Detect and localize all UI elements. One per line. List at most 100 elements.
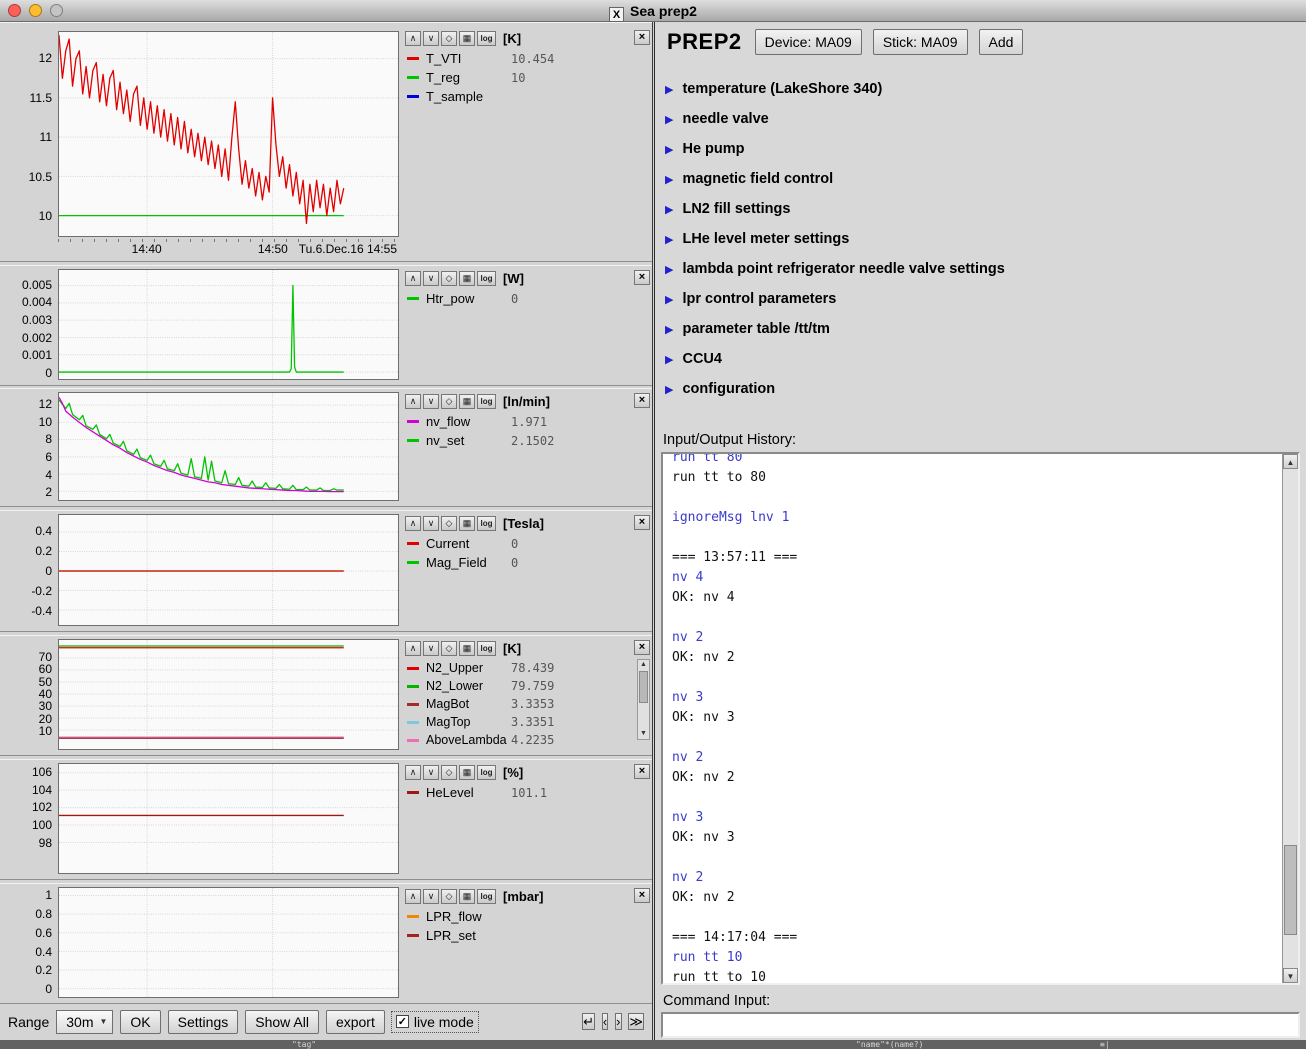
pan-down-button[interactable]: ∨ bbox=[423, 271, 439, 286]
section-row[interactable]: ▶ configuration bbox=[665, 374, 1298, 404]
settings-button[interactable]: Settings bbox=[168, 1010, 239, 1034]
scrollbar-thumb[interactable] bbox=[639, 671, 648, 703]
close-plot-button[interactable]: × bbox=[634, 270, 650, 285]
show-all-button[interactable]: Show All bbox=[245, 1010, 319, 1034]
plot-area[interactable] bbox=[58, 887, 399, 998]
section-row[interactable]: ▶ lambda point refrigerator needle valve… bbox=[665, 254, 1298, 284]
scroll-up-icon[interactable]: ▲ bbox=[638, 660, 649, 670]
legend-scrollbar[interactable]: ▲ ▼ bbox=[637, 659, 650, 740]
expand-triangle-icon[interactable]: ▶ bbox=[665, 203, 673, 216]
section-row[interactable]: ▶ He pump bbox=[665, 134, 1298, 164]
scroll-down-icon[interactable]: ▼ bbox=[638, 729, 649, 739]
log-scale-button[interactable]: log bbox=[477, 516, 496, 531]
pan-down-button[interactable]: ∨ bbox=[423, 31, 439, 46]
grid-button[interactable]: ▦ bbox=[459, 31, 475, 46]
scroll-up-icon[interactable]: ▲ bbox=[1283, 454, 1298, 469]
history-nav-button[interactable]: › bbox=[615, 1013, 621, 1030]
autoscale-button[interactable]: ◇ bbox=[441, 394, 457, 409]
pan-down-button[interactable]: ∨ bbox=[423, 641, 439, 656]
pan-up-button[interactable]: ∧ bbox=[405, 889, 421, 904]
section-row[interactable]: ▶ magnetic field control bbox=[665, 164, 1298, 194]
pan-down-button[interactable]: ∨ bbox=[423, 765, 439, 780]
log-scale-button[interactable]: log bbox=[477, 394, 496, 409]
plot-area[interactable] bbox=[58, 639, 399, 750]
autoscale-button[interactable]: ◇ bbox=[441, 271, 457, 286]
autoscale-button[interactable]: ◇ bbox=[441, 516, 457, 531]
legend-series-row[interactable]: nv_set 2.1502 bbox=[407, 431, 634, 450]
history-nav-button[interactable]: ‹ bbox=[602, 1013, 608, 1030]
expand-triangle-icon[interactable]: ▶ bbox=[665, 143, 673, 156]
autoscale-button[interactable]: ◇ bbox=[441, 765, 457, 780]
log-scale-button[interactable]: log bbox=[477, 641, 496, 656]
close-plot-button[interactable]: × bbox=[634, 30, 650, 45]
section-row[interactable]: ▶ lpr control parameters bbox=[665, 284, 1298, 314]
pan-up-button[interactable]: ∧ bbox=[405, 394, 421, 409]
grid-button[interactable]: ▦ bbox=[459, 516, 475, 531]
plot-area[interactable] bbox=[58, 514, 399, 626]
legend-series-row[interactable]: LPR_flow bbox=[407, 907, 634, 926]
plot-area[interactable] bbox=[58, 31, 399, 237]
ok-button[interactable]: OK bbox=[120, 1010, 160, 1034]
legend-series-row[interactable]: Mag_Field 0 bbox=[407, 553, 634, 572]
legend-series-row[interactable]: Htr_pow 0 bbox=[407, 289, 634, 308]
expand-triangle-icon[interactable]: ▶ bbox=[665, 83, 673, 96]
export-button[interactable]: export bbox=[326, 1010, 385, 1034]
expand-triangle-icon[interactable]: ▶ bbox=[665, 293, 673, 306]
autoscale-button[interactable]: ◇ bbox=[441, 889, 457, 904]
close-plot-button[interactable]: × bbox=[634, 393, 650, 408]
expand-triangle-icon[interactable]: ▶ bbox=[665, 233, 673, 246]
close-plot-button[interactable]: × bbox=[634, 640, 650, 655]
expand-triangle-icon[interactable]: ▶ bbox=[665, 113, 673, 126]
pan-up-button[interactable]: ∧ bbox=[405, 516, 421, 531]
grid-button[interactable]: ▦ bbox=[459, 641, 475, 656]
pan-down-button[interactable]: ∨ bbox=[423, 516, 439, 531]
grid-button[interactable]: ▦ bbox=[459, 765, 475, 780]
section-row[interactable]: ▶ parameter table /tt/tm bbox=[665, 314, 1298, 344]
autoscale-button[interactable]: ◇ bbox=[441, 641, 457, 656]
autoscale-button[interactable]: ◇ bbox=[441, 31, 457, 46]
scrollbar-thumb[interactable] bbox=[1284, 845, 1297, 935]
close-plot-button[interactable]: × bbox=[634, 764, 650, 779]
pan-down-button[interactable]: ∨ bbox=[423, 394, 439, 409]
close-plot-button[interactable]: × bbox=[634, 888, 650, 903]
io-history-box[interactable]: run tt 80 run tt to 80 ignoreMsg lnv 1 =… bbox=[661, 452, 1300, 985]
history-nav-button[interactable]: ↵ bbox=[582, 1013, 595, 1030]
log-scale-button[interactable]: log bbox=[477, 765, 496, 780]
pan-up-button[interactable]: ∧ bbox=[405, 765, 421, 780]
checkbox-checked-icon[interactable]: ✓ bbox=[396, 1015, 409, 1028]
section-row[interactable]: ▶ LN2 fill settings bbox=[665, 194, 1298, 224]
pan-up-button[interactable]: ∧ bbox=[405, 31, 421, 46]
legend-series-row[interactable]: T_sample bbox=[407, 87, 634, 106]
stick-button[interactable]: Stick: MA09 bbox=[873, 29, 968, 55]
section-row[interactable]: ▶ needle valve bbox=[665, 104, 1298, 134]
section-row[interactable]: ▶ temperature (LakeShore 340) bbox=[665, 74, 1298, 104]
expand-triangle-icon[interactable]: ▶ bbox=[665, 323, 673, 336]
expand-triangle-icon[interactable]: ▶ bbox=[665, 263, 673, 276]
device-button[interactable]: Device: MA09 bbox=[755, 29, 862, 55]
log-scale-button[interactable]: log bbox=[477, 31, 496, 46]
legend-series-row[interactable]: MagTop 3.3351 bbox=[407, 713, 634, 731]
close-plot-button[interactable]: × bbox=[634, 515, 650, 530]
log-scale-button[interactable]: log bbox=[477, 889, 496, 904]
log-scale-button[interactable]: log bbox=[477, 271, 496, 286]
plot-area[interactable] bbox=[58, 763, 399, 874]
io-history-scrollbar[interactable]: ▲ ▼ bbox=[1282, 454, 1298, 983]
live-mode-toggle[interactable]: ✓ live mode bbox=[392, 1012, 478, 1032]
legend-series-row[interactable]: LPR_set bbox=[407, 926, 634, 945]
legend-series-row[interactable]: HeLevel 101.1 bbox=[407, 783, 634, 802]
plot-area[interactable] bbox=[58, 269, 399, 380]
section-row[interactable]: ▶ LHe level meter settings bbox=[665, 224, 1298, 254]
legend-series-row[interactable]: AboveLambda 4.2235 bbox=[407, 731, 634, 749]
grid-button[interactable]: ▦ bbox=[459, 394, 475, 409]
section-row[interactable]: ▶ CCU4 bbox=[665, 344, 1298, 374]
add-button[interactable]: Add bbox=[979, 29, 1024, 55]
grid-button[interactable]: ▦ bbox=[459, 889, 475, 904]
range-select[interactable]: 30m ▼ bbox=[56, 1010, 113, 1034]
pan-up-button[interactable]: ∧ bbox=[405, 641, 421, 656]
expand-triangle-icon[interactable]: ▶ bbox=[665, 383, 673, 396]
plot-area[interactable] bbox=[58, 392, 399, 501]
grid-button[interactable]: ▦ bbox=[459, 271, 475, 286]
legend-series-row[interactable]: T_VTI 10.454 bbox=[407, 49, 634, 68]
legend-series-row[interactable]: nv_flow 1.971 bbox=[407, 412, 634, 431]
command-input[interactable] bbox=[661, 1012, 1300, 1038]
